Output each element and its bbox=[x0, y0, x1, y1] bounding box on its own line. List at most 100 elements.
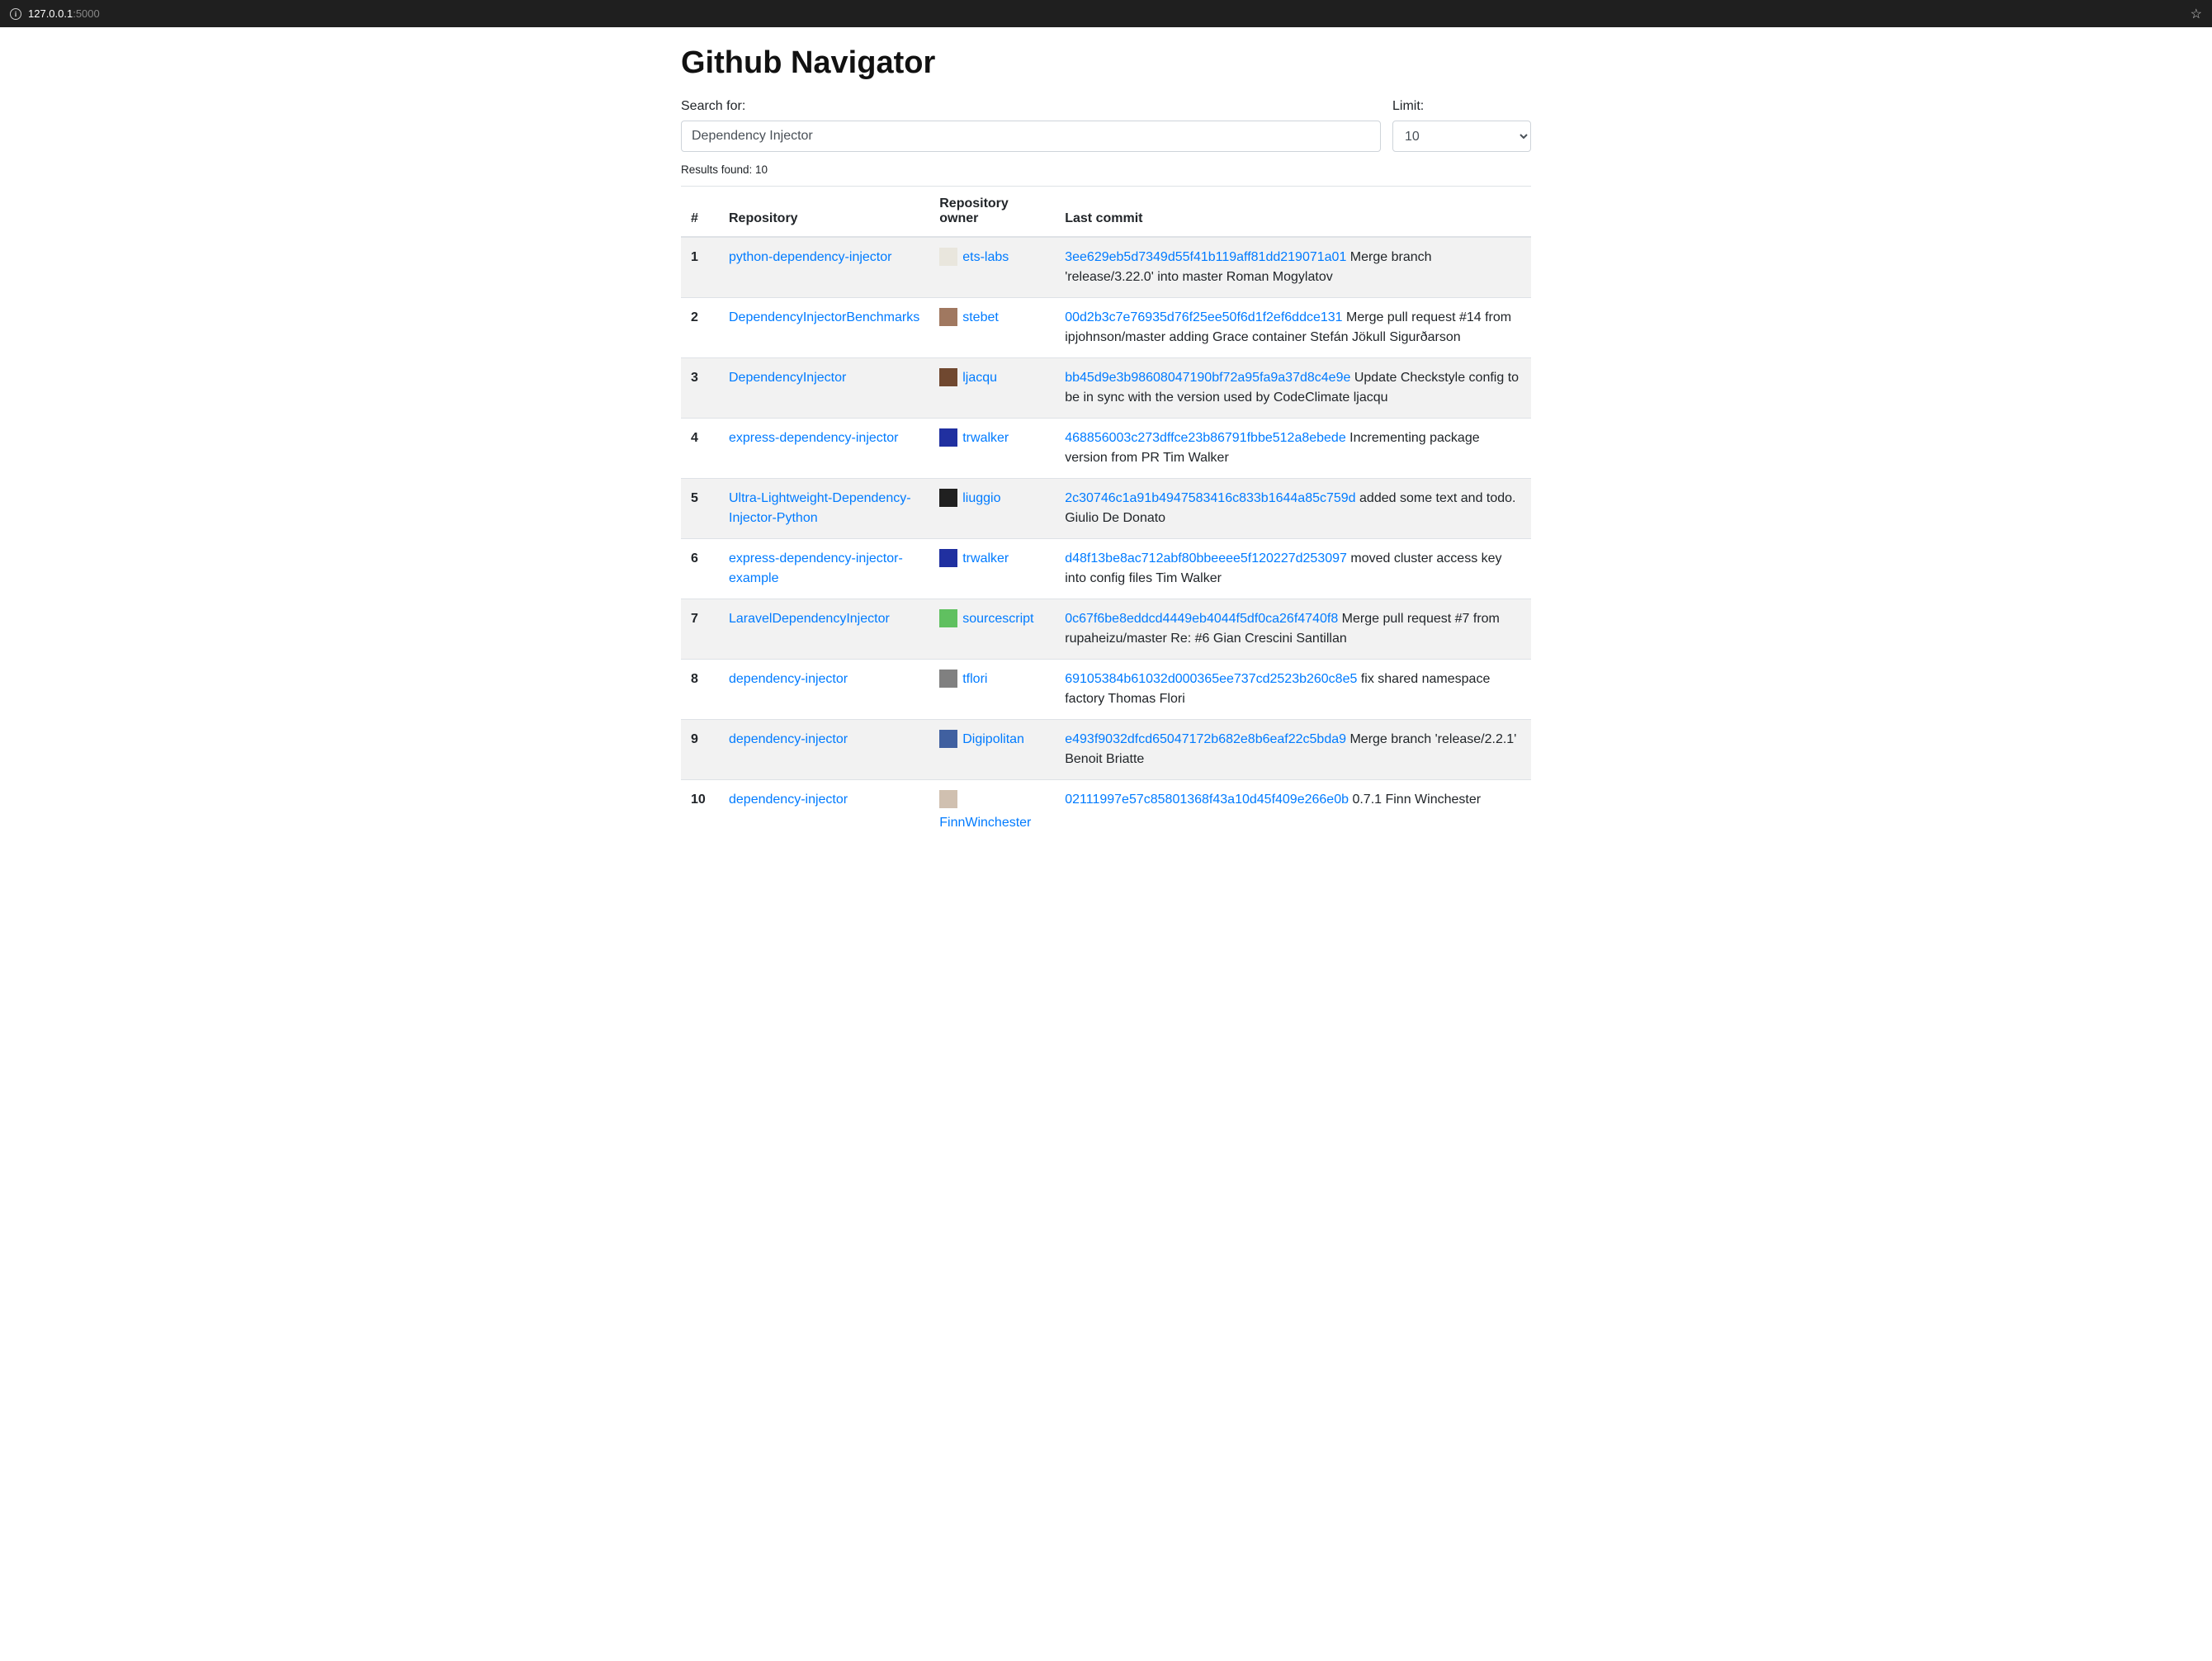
avatar bbox=[939, 489, 957, 507]
results-table: # Repository Repository owner Last commi… bbox=[681, 186, 1531, 843]
row-repository-cell: python-dependency-injector bbox=[719, 237, 929, 298]
owner-link[interactable]: trwalker bbox=[962, 549, 1009, 569]
owner-link[interactable]: sourcescript bbox=[962, 609, 1033, 629]
commit-sha-link[interactable]: 00d2b3c7e76935d76f25ee50f6d1f2ef6ddce131 bbox=[1065, 310, 1342, 324]
table-header-row: # Repository Repository owner Last commi… bbox=[681, 187, 1531, 238]
row-repository-cell: dependency-injector bbox=[719, 720, 929, 780]
owner-link[interactable]: stebet bbox=[962, 308, 999, 328]
row-index: 5 bbox=[681, 479, 719, 539]
owner-link[interactable]: tflori bbox=[962, 670, 987, 689]
row-owner-cell: FinnWinchester bbox=[929, 780, 1055, 844]
avatar bbox=[939, 730, 957, 748]
repository-link[interactable]: DependencyInjector bbox=[729, 371, 846, 385]
row-commit-cell: d48f13be8ac712abf80bbeeee5f120227d253097… bbox=[1055, 539, 1531, 599]
commit-sha-link[interactable]: 2c30746c1a91b4947583416c833b1644a85c759d bbox=[1065, 491, 1355, 505]
row-index: 8 bbox=[681, 660, 719, 720]
avatar bbox=[939, 670, 957, 688]
row-repository-cell: express-dependency-injector-example bbox=[719, 539, 929, 599]
row-commit-cell: 0c67f6be8eddcd4449eb4044f5df0ca26f4740f8… bbox=[1055, 599, 1531, 660]
table-row: 4 express-dependency-injector trwalker 4688… bbox=[681, 419, 1531, 479]
table-row: 2 DependencyInjectorBenchmarks stebet 00d2b… bbox=[681, 298, 1531, 358]
repository-link[interactable]: DependencyInjectorBenchmarks bbox=[729, 310, 919, 324]
row-commit-cell: bb45d9e3b98608047190bf72a95fa9a37d8c4e9e… bbox=[1055, 358, 1531, 419]
limit-select[interactable]: 10 bbox=[1392, 121, 1531, 152]
repository-link[interactable]: express-dependency-injector-example bbox=[729, 551, 903, 585]
table-row: 5 Ultra-Lightweight-Dependency-Injector-P… bbox=[681, 479, 1531, 539]
row-owner-cell: ets-labs bbox=[929, 237, 1055, 298]
owner-link[interactable]: liuggio bbox=[962, 489, 1000, 509]
row-index: 2 bbox=[681, 298, 719, 358]
commit-sha-link[interactable]: bb45d9e3b98608047190bf72a95fa9a37d8c4e9e bbox=[1065, 371, 1350, 385]
col-header-index: # bbox=[681, 187, 719, 238]
search-column: Search for: bbox=[681, 99, 1381, 152]
row-index: 10 bbox=[681, 780, 719, 844]
owner-link[interactable]: ets-labs bbox=[962, 248, 1009, 267]
repository-link[interactable]: dependency-injector bbox=[729, 672, 848, 686]
table-row: 10 dependency-injector FinnWinchester 02111… bbox=[681, 780, 1531, 844]
commit-sha-link[interactable]: d48f13be8ac712abf80bbeeee5f120227d253097 bbox=[1065, 551, 1347, 565]
main-container: Github Navigator Search for: Limit: 10 R… bbox=[669, 27, 1543, 876]
repository-link[interactable]: Ultra-Lightweight-Dependency-Injector-Py… bbox=[729, 491, 911, 525]
row-index: 3 bbox=[681, 358, 719, 419]
row-owner-cell: trwalker bbox=[929, 539, 1055, 599]
browser-address-bar[interactable]: i 127.0.0.1:5000 ☆ bbox=[0, 0, 2212, 27]
row-owner-cell: ljacqu bbox=[929, 358, 1055, 419]
row-commit-cell: 468856003c273dffce23b86791fbbe512a8ebede… bbox=[1055, 419, 1531, 479]
commit-message: 0.7.1 Finn Winchester bbox=[1349, 793, 1481, 807]
url-port: :5000 bbox=[73, 7, 100, 20]
owner-link[interactable]: FinnWinchester bbox=[939, 813, 1031, 833]
search-row: Search for: Limit: 10 bbox=[681, 99, 1531, 152]
row-commit-cell: 00d2b3c7e76935d76f25ee50f6d1f2ef6ddce131… bbox=[1055, 298, 1531, 358]
page-title: Github Navigator bbox=[681, 45, 1531, 81]
commit-sha-link[interactable]: 468856003c273dffce23b86791fbbe512a8ebede bbox=[1065, 431, 1346, 445]
avatar bbox=[939, 609, 957, 627]
row-owner-cell: Digipolitan bbox=[929, 720, 1055, 780]
repository-link[interactable]: dependency-injector bbox=[729, 793, 848, 807]
repository-link[interactable]: LaravelDependencyInjector bbox=[729, 612, 890, 626]
row-index: 7 bbox=[681, 599, 719, 660]
commit-sha-link[interactable]: 02111997e57c85801368f43a10d45f409e266e0b bbox=[1065, 793, 1349, 807]
table-row: 1python-dependency-injectorets-labs3ee62… bbox=[681, 237, 1531, 298]
row-repository-cell: DependencyInjector bbox=[719, 358, 929, 419]
row-owner-cell: trwalker bbox=[929, 419, 1055, 479]
row-index: 9 bbox=[681, 720, 719, 780]
owner-link[interactable]: trwalker bbox=[962, 428, 1009, 448]
row-repository-cell: express-dependency-injector bbox=[719, 419, 929, 479]
row-repository-cell: dependency-injector bbox=[719, 660, 929, 720]
owner-link[interactable]: Digipolitan bbox=[962, 730, 1024, 750]
search-label: Search for: bbox=[681, 99, 1381, 114]
avatar bbox=[939, 308, 957, 326]
url-display: 127.0.0.1:5000 bbox=[28, 7, 100, 20]
table-row: 6express-dependency-injector-exampletrwa… bbox=[681, 539, 1531, 599]
col-header-owner: Repository owner bbox=[929, 187, 1055, 238]
row-commit-cell: 3ee629eb5d7349d55f41b119aff81dd219071a01… bbox=[1055, 237, 1531, 298]
search-input[interactable] bbox=[681, 121, 1381, 152]
row-repository-cell: Ultra-Lightweight-Dependency-Injector-Py… bbox=[719, 479, 929, 539]
results-found-label: Results found: 10 bbox=[681, 163, 1531, 176]
limit-label: Limit: bbox=[1392, 99, 1531, 114]
table-row: 7 LaravelDependencyInjector sourcescript 0c… bbox=[681, 599, 1531, 660]
info-icon: i bbox=[10, 8, 21, 20]
bookmark-star-icon[interactable]: ☆ bbox=[2191, 6, 2202, 22]
url-host: 127.0.0.1 bbox=[28, 7, 73, 20]
col-header-commit: Last commit bbox=[1055, 187, 1531, 238]
repository-link[interactable]: dependency-injector bbox=[729, 732, 848, 746]
repository-link[interactable]: express-dependency-injector bbox=[729, 431, 898, 445]
limit-column: Limit: 10 bbox=[1392, 99, 1531, 152]
row-repository-cell: dependency-injector bbox=[719, 780, 929, 844]
commit-sha-link[interactable]: e493f9032dfcd65047172b682e8b6eaf22c5bda9 bbox=[1065, 732, 1346, 746]
commit-sha-link[interactable]: 3ee629eb5d7349d55f41b119aff81dd219071a01 bbox=[1065, 250, 1346, 264]
commit-sha-link[interactable]: 69105384b61032d000365ee737cd2523b260c8e5 bbox=[1065, 672, 1357, 686]
commit-sha-link[interactable]: 0c67f6be8eddcd4449eb4044f5df0ca26f4740f8 bbox=[1065, 612, 1338, 626]
table-row: 3 DependencyInjector ljacqu bb45d9e3b986080… bbox=[681, 358, 1531, 419]
row-repository-cell: LaravelDependencyInjector bbox=[719, 599, 929, 660]
table-row: 8 dependency-injector tflori 69105384b61032… bbox=[681, 660, 1531, 720]
col-header-repository: Repository bbox=[719, 187, 929, 238]
avatar bbox=[939, 428, 957, 447]
row-commit-cell: 02111997e57c85801368f43a10d45f409e266e0b… bbox=[1055, 780, 1531, 844]
row-index: 4 bbox=[681, 419, 719, 479]
owner-link[interactable]: ljacqu bbox=[962, 368, 997, 388]
row-owner-cell: tflori bbox=[929, 660, 1055, 720]
row-owner-cell: stebet bbox=[929, 298, 1055, 358]
repository-link[interactable]: python-dependency-injector bbox=[729, 250, 891, 264]
